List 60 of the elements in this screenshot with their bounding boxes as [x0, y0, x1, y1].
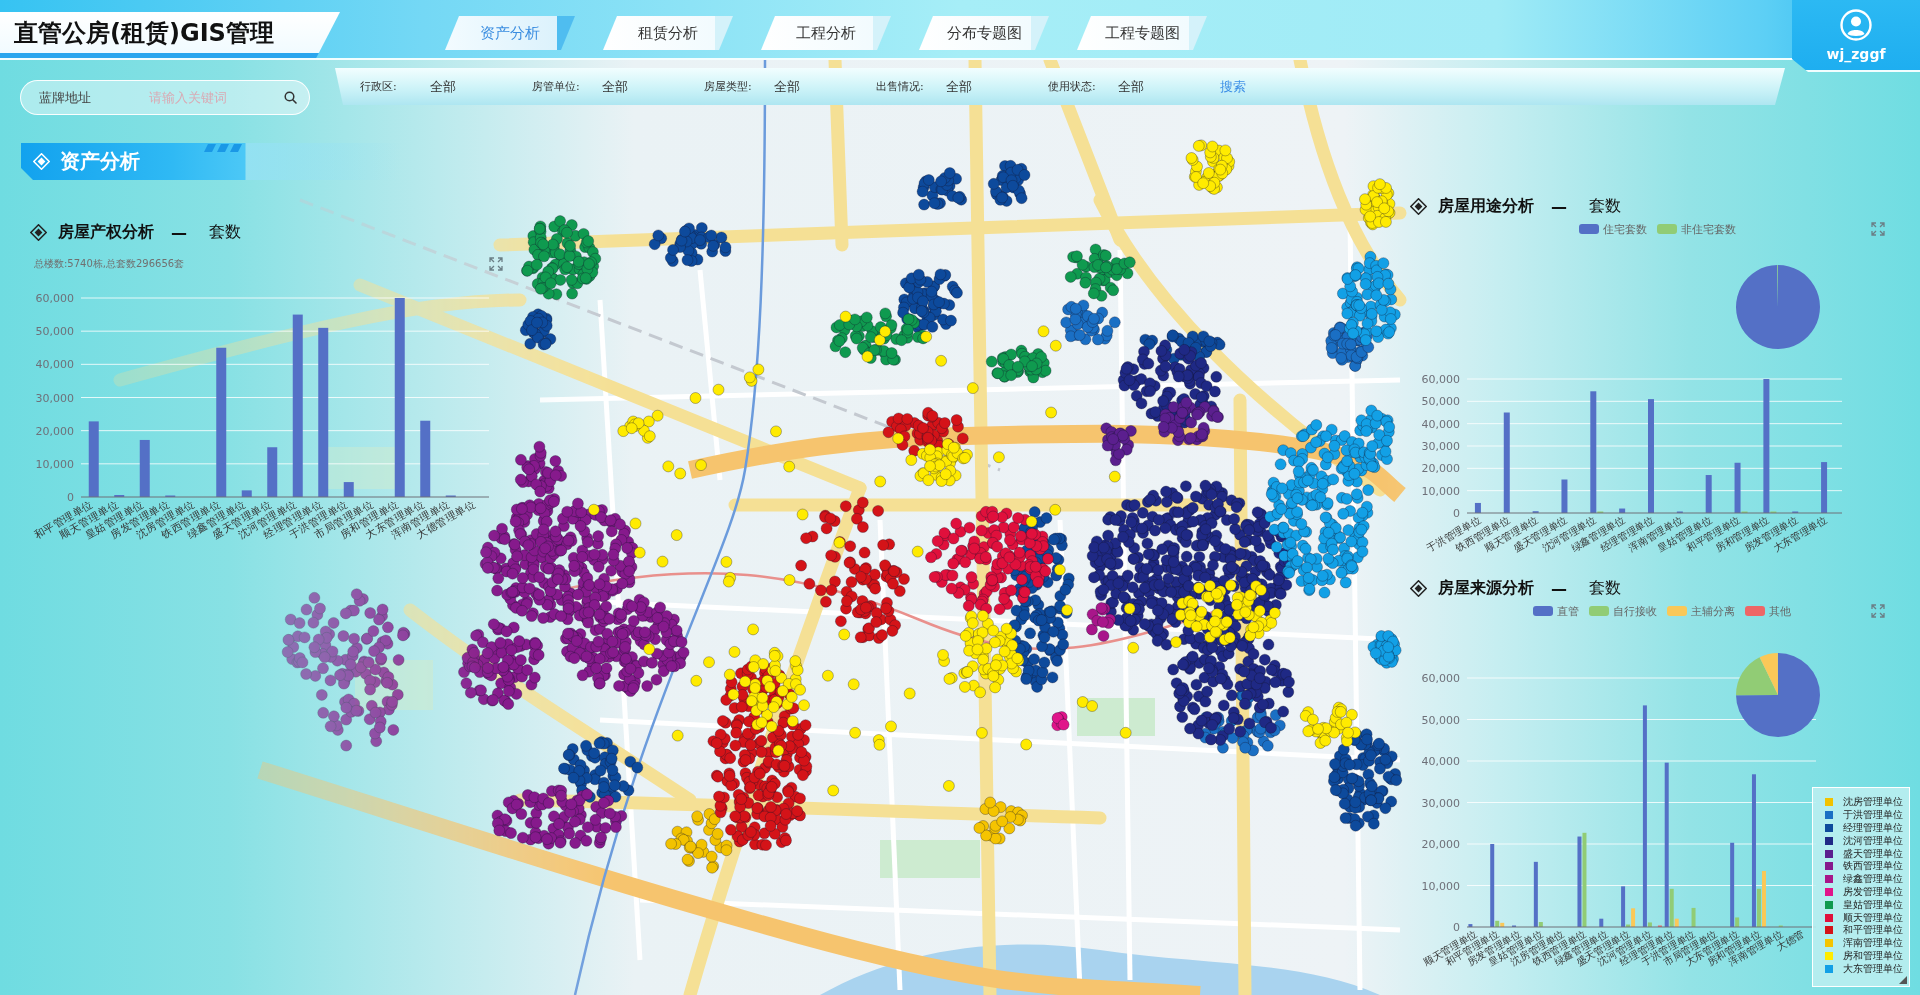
tick-label: 40,000: [1421, 417, 1460, 431]
section-title: 资产分析: [60, 148, 140, 175]
legend-label: 绿鑫管理单位: [1843, 874, 1903, 885]
title-separator: —: [171, 222, 187, 242]
tick-label: 20,000: [1421, 462, 1460, 476]
legend-label: 和平管理单位: [1843, 925, 1903, 936]
filter-label: 使用状态:: [1048, 79, 1097, 94]
legend-label: 主辅分离: [1691, 603, 1735, 619]
legend-label: 房和管理单位: [1843, 950, 1903, 961]
filter-label: 房屋类型:: [704, 79, 753, 94]
tick-label: 60,000: [35, 292, 74, 305]
legend-label: 住宅套数: [1603, 221, 1647, 237]
filter-label: 出售情况:: [876, 79, 925, 94]
legend-label: 皇姑管理单位: [1843, 899, 1903, 910]
chart-title: 房屋来源分析: [1438, 577, 1534, 599]
chart-summary: 总楼数:5740栋,总套数296656套: [34, 257, 185, 271]
search-label: 蓝牌地址: [39, 88, 92, 107]
tick-label: 20,000: [1421, 838, 1460, 851]
tick-label: 10,000: [1421, 484, 1460, 498]
tick-label: 30,000: [1421, 796, 1460, 810]
tick-label: 30,000: [35, 391, 74, 405]
chart-title: 房屋产权分析: [58, 221, 154, 243]
filter-label: 房管单位:: [532, 79, 581, 94]
tick-label: 10,000: [1421, 879, 1460, 893]
tick-label: 0: [1453, 921, 1460, 934]
legend-label: 直管: [1557, 603, 1579, 619]
legend-label: 盛天管理单位: [1843, 848, 1903, 859]
legend-label: 自行接收: [1613, 603, 1657, 619]
chart-unit: 套数: [1589, 195, 1621, 217]
tick-label: 0: [67, 491, 74, 504]
tick-label: 50,000: [1421, 395, 1460, 409]
tick-label: 30,000: [1421, 440, 1460, 453]
legend-label: 于洪管理单位: [1843, 810, 1903, 821]
chart-title: 房屋用途分析: [1438, 195, 1534, 217]
legend-label: 其他: [1769, 603, 1791, 619]
tick-label: 60,000: [1421, 373, 1460, 386]
tick-label: 50,000: [35, 325, 74, 339]
filter-label: 行政区:: [360, 79, 398, 94]
tick-label: 0: [1453, 507, 1460, 520]
legend-label: 沈河管理单位: [1843, 835, 1903, 846]
tick-label: 60,000: [1421, 672, 1460, 685]
tick-label: 20,000: [35, 424, 74, 438]
tick-label: 10,000: [35, 457, 74, 471]
legend-label: 非住宅套数: [1681, 221, 1736, 237]
tick-label: 40,000: [35, 358, 74, 372]
app-title: 直管公房(租赁)GIS管理: [0, 12, 340, 58]
legend-label: 大东管理单位: [1843, 963, 1903, 974]
tick-label: 50,000: [1421, 713, 1460, 727]
user-name: wj_zggf: [1826, 46, 1886, 62]
title-separator: —: [1551, 578, 1567, 598]
legend-label: 浑南管理单位: [1843, 938, 1903, 949]
legend-label: 经理管理单位: [1843, 823, 1903, 833]
legend-label: 顺天管理单位: [1843, 912, 1903, 923]
chart-unit: 套数: [1589, 577, 1621, 599]
chart-unit: 套数: [209, 221, 241, 243]
legend-label: 沈房管理单位: [1843, 797, 1903, 808]
legend-label: 铁西管理单位: [1843, 861, 1903, 872]
legend-label: 房发管理单位: [1843, 886, 1903, 897]
tick-label: 40,000: [1421, 755, 1460, 768]
title-separator: —: [1551, 196, 1567, 216]
